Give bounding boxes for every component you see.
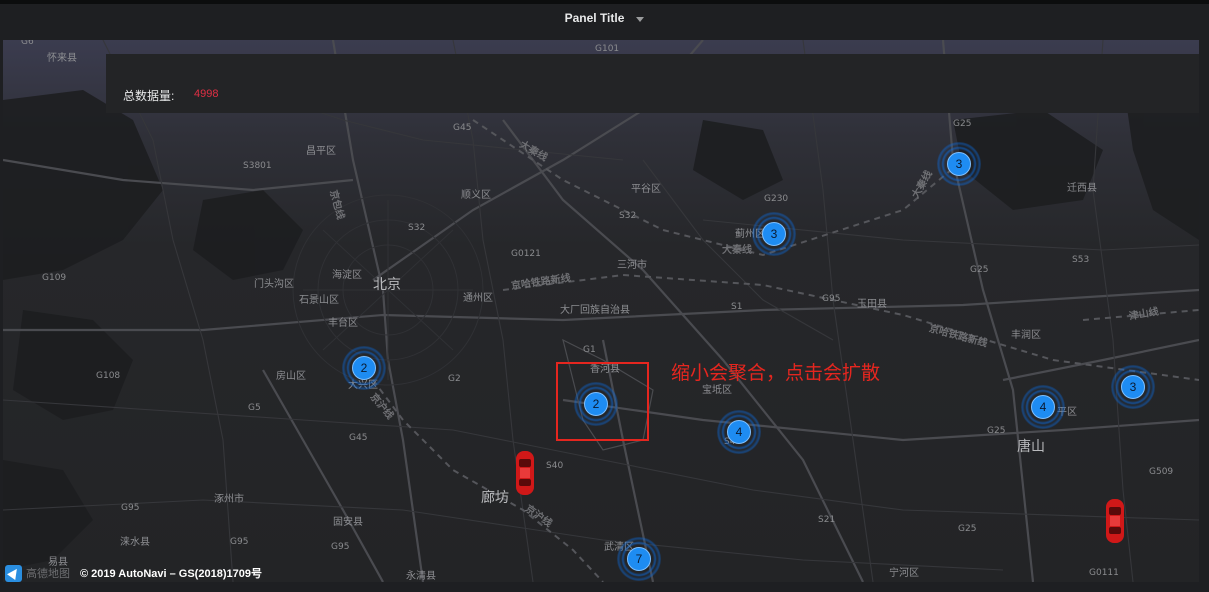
road-g45-a: G45: [453, 123, 472, 133]
road-g25-c: G25: [987, 426, 1006, 436]
cluster-wuqing[interactable]: 7: [617, 537, 661, 581]
road-s3801: S3801: [243, 161, 272, 171]
label-zhuozhou: 涿州市: [214, 494, 244, 505]
map-canvas[interactable]: 怀来县 昌平区 顺义区 平谷区 蓟州区 迁西县 门头沟区 石景山区 海淀区 北京…: [3, 40, 1199, 582]
annotation-text: 缩小会聚合，点击会扩散: [671, 362, 881, 384]
label-baodi: 宝坻区: [702, 385, 732, 396]
label-tangshan: 唐山: [1017, 439, 1045, 455]
cluster-baodi[interactable]: 4: [717, 410, 761, 454]
copyright-text: © 2019 AutoNavi – GS(2018)1709号: [80, 568, 262, 580]
label-sanhe: 三河市: [617, 260, 647, 271]
annotation-highlight-box: [556, 362, 649, 441]
road-g25-b: G25: [970, 265, 989, 275]
cluster-count: 3: [1121, 375, 1145, 399]
road-s32-b: S32: [619, 211, 637, 221]
label-tongzhou: 通州区: [463, 293, 493, 304]
road-g6: G6: [21, 40, 34, 47]
cluster-count: 4: [727, 420, 751, 444]
label-dachang: 大厂回族自治县: [560, 305, 630, 316]
cluster-daxing[interactable]: 2: [342, 346, 386, 390]
cluster-count: 7: [627, 547, 651, 571]
total-count-box: 总数据量: 4998: [106, 54, 1199, 113]
label-beijing: 北京: [373, 277, 401, 293]
label-qianxi: 迁西县: [1067, 183, 1097, 194]
road-g0121: G0121: [511, 249, 541, 259]
road-g95-d: G95: [331, 542, 350, 552]
road-s21: S21: [818, 515, 836, 525]
road-s1: S1: [731, 302, 743, 312]
total-count-value: 4998: [194, 88, 219, 100]
road-g5: G5: [248, 403, 261, 413]
cluster-count: 2: [352, 356, 376, 380]
map-panel: Panel Title 怀来县 昌平区 顺义区 平谷区 蓟州区 迁西县 门头沟区…: [0, 0, 1209, 592]
cluster-qianxi[interactable]: 3: [937, 142, 981, 186]
road-g95-c: G95: [230, 537, 249, 547]
road-g230: G230: [764, 194, 789, 204]
cluster-count: 4: [1031, 395, 1055, 419]
label-changping: 昌平区: [306, 146, 336, 157]
road-g95-b: G95: [121, 503, 140, 513]
label-pinggu: 平谷区: [631, 184, 661, 195]
road-s40: S40: [546, 461, 564, 471]
road-g95-a: G95: [822, 294, 841, 304]
road-g45-b: G45: [349, 433, 368, 443]
label-langfang: 廊坊: [481, 490, 509, 506]
road-g509: G509: [1149, 467, 1174, 477]
cluster-count: 3: [762, 222, 786, 246]
road-g101: G101: [595, 44, 620, 54]
label-fangshan: 房山区: [276, 371, 306, 382]
cluster-jizhou[interactable]: 3: [752, 212, 796, 256]
panel-header[interactable]: Panel Title: [0, 4, 1209, 32]
road-s53: S53: [1072, 255, 1090, 265]
road-g25-d: G25: [958, 524, 977, 534]
label-yutian: 玉田县: [857, 299, 887, 310]
road-g1: G1: [583, 345, 596, 355]
chevron-down-icon[interactable]: [636, 16, 645, 22]
total-count-label: 总数据量:: [123, 89, 175, 103]
label-fengtai: 丰台区: [328, 318, 358, 329]
cluster-tangshan[interactable]: 4: [1021, 385, 1065, 429]
label-huailai: 怀来县: [47, 53, 77, 64]
road-s32-a: S32: [408, 223, 426, 233]
amap-logo-text: 高德地图: [26, 567, 70, 580]
amap-logo-icon[interactable]: [5, 564, 22, 582]
label-ninghe: 宁河区: [889, 568, 919, 579]
label-guan: 固安县: [333, 517, 363, 528]
road-g109: G109: [42, 273, 67, 283]
cluster-east[interactable]: 3: [1111, 365, 1155, 409]
label-shunyi: 顺义区: [461, 190, 491, 201]
label-mentougou: 门头沟区: [254, 279, 294, 290]
road-g25-a: G25: [953, 119, 972, 129]
car-icon[interactable]: [1104, 497, 1126, 545]
map-attribution: 高德地图 © 2019 AutoNavi – GS(2018)1709号: [3, 564, 262, 582]
cluster-count: 3: [947, 152, 971, 176]
label-laishui: 涞水县: [120, 537, 150, 548]
label-haidian: 海淀区: [332, 270, 362, 281]
label-shijingshan: 石景山区: [299, 295, 339, 306]
panel-title[interactable]: Panel Title: [565, 11, 625, 25]
label-yongqing: 永清县: [406, 571, 436, 582]
label-rail-daqin-2: 大秦线: [722, 245, 752, 256]
road-g108: G108: [96, 371, 121, 381]
car-icon[interactable]: [514, 449, 536, 497]
road-g2: G2: [448, 374, 461, 384]
road-g0111: G0111: [1089, 568, 1119, 578]
label-fengrun: 丰润区: [1011, 330, 1041, 341]
